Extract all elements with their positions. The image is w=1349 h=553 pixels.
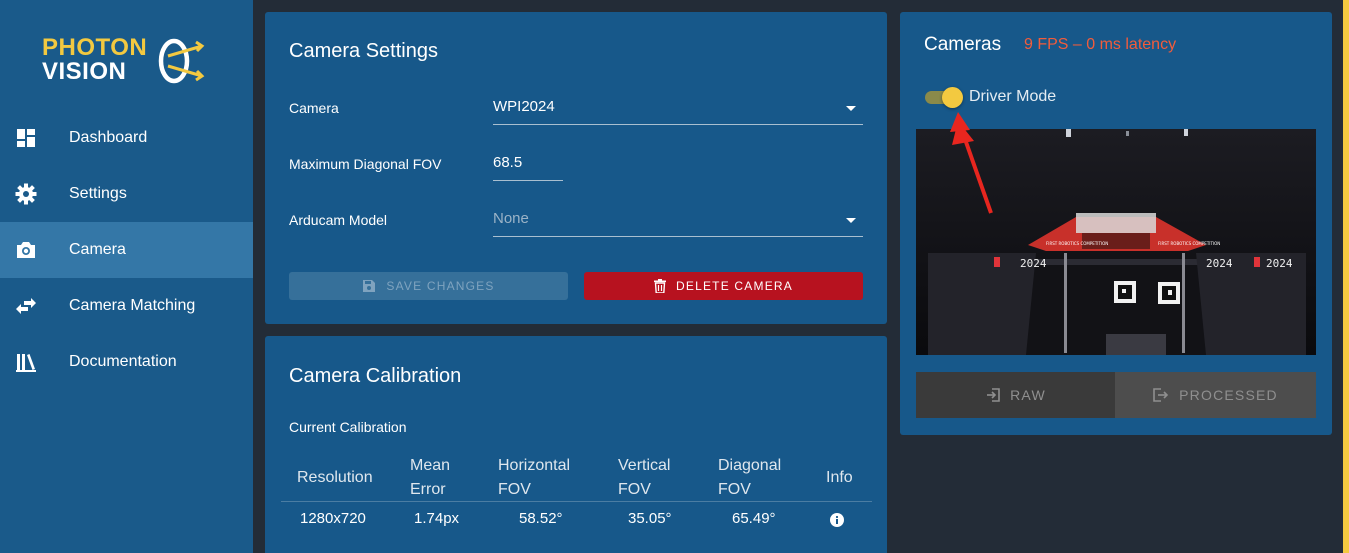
raw-stream-button[interactable]: RAW [916,372,1116,418]
camera-stream-image: 2024 2024 2024 FIRST ROBOTICS COMPETITIO… [916,129,1316,355]
table-header-divider [281,501,872,502]
trash-icon [654,279,667,293]
dashboard-icon [17,129,35,147]
login-icon [986,388,1000,402]
sign-logo-right: FIRST ROBOTICS COMPETITION [1158,241,1220,246]
arducam-select-value: None [493,210,529,227]
camera-settings-title: Camera Settings [289,40,438,62]
sidebar-item-settings[interactable]: Settings [0,166,253,222]
header-resolution: Resolution [297,469,373,486]
cell-dfov: 65.49° [732,510,776,527]
logo-line-2: VISION [42,58,127,85]
header-hfov-1: Horizontal [498,457,571,474]
chevron-down-icon [846,106,856,111]
chevron-down-icon [846,218,856,223]
fov-input-underline [493,180,563,181]
gear-icon [15,183,37,205]
header-hfov-2: FOV [498,481,531,498]
header-vfov-2: FOV [618,481,651,498]
header-dfov-1: Diagonal [718,457,782,474]
swap-arrows-icon [16,298,36,314]
processed-stream-button[interactable]: PROCESSED [1115,372,1316,418]
delete-camera-button[interactable]: Delete Camera [584,272,863,300]
cell-vfov: 35.05° [628,510,672,527]
sidebar-item-label: Settings [69,185,127,202]
camera-select-underline [493,124,863,125]
sidebar: PHOTON VISION Dashboard Settings Camera … [0,0,253,553]
sign-logo-left: FIRST ROBOTICS COMPETITION [1046,241,1108,246]
fps-latency-readout: 9 FPS – 0 ms latency [1024,36,1177,53]
processed-label: PROCESSED [1179,387,1278,403]
cameras-title: Cameras [924,34,1002,55]
header-vfov-1: Vertical [618,457,671,474]
cell-resolution: 1280x720 [300,510,366,527]
sidebar-item-documentation[interactable]: Documentation [0,334,253,390]
books-icon [16,354,36,372]
logout-icon [1153,388,1169,402]
header-info: Info [826,469,853,486]
header-dfov-2: FOV [718,481,751,498]
fov-input-value: 68.5 [493,154,523,171]
annotation-arrow-head [950,112,970,132]
header-mean-error-1: Mean [410,457,451,474]
sidebar-item-camera-matching[interactable]: Camera Matching [0,278,253,334]
scoreboard-right: 2024 [1206,257,1233,270]
current-calibration-label: Current Calibration [289,419,407,435]
info-icon[interactable] [830,513,844,527]
sidebar-item-label: Dashboard [69,129,148,146]
sidebar-item-camera[interactable]: Camera [0,222,253,278]
save-changes-button[interactable]: Save Changes [289,272,568,300]
fov-input[interactable]: 68.5 [493,148,563,182]
arducam-select[interactable]: None [493,204,863,238]
arducam-select-underline [493,236,863,237]
camera-select[interactable]: WPI2024 [493,92,863,126]
sidebar-item-label: Camera Matching [69,297,196,314]
camera-select-value: WPI2024 [493,98,555,115]
photonvision-logo[interactable]: PHOTON VISION [42,34,212,86]
camera-calibration-title: Camera Calibration [289,365,462,387]
cell-mean-error: 1.74px [414,510,460,527]
camera-icon [17,242,35,258]
right-edge-accent [1343,0,1349,553]
header-mean-error-2: Error [410,481,446,498]
sidebar-item-dashboard[interactable]: Dashboard [0,110,253,166]
delete-camera-label: Delete Camera [676,279,793,293]
save-changes-label: Save Changes [386,279,495,293]
logo-line-1: PHOTON [42,34,148,61]
driver-mode-label: Driver Mode [969,88,1057,105]
floppy-disk-icon [362,279,376,293]
fov-field-label: Maximum Diagonal FOV [289,156,442,172]
camera-field-label: Camera [289,100,339,116]
logo-mark-icon [158,38,205,84]
sidebar-item-label: Documentation [69,353,177,370]
scoreboard-right-2: 2024 [1266,257,1293,270]
sidebar-item-label: Camera [69,241,126,258]
cell-hfov: 58.52° [519,510,563,527]
raw-label: RAW [1010,387,1046,403]
camera-stream: 2024 2024 2024 FIRST ROBOTICS COMPETITIO… [916,129,1316,355]
scoreboard-left: 2024 [1020,257,1047,270]
arducam-field-label: Arducam Model [289,212,388,228]
driver-mode-toggle-knob[interactable] [942,87,963,108]
